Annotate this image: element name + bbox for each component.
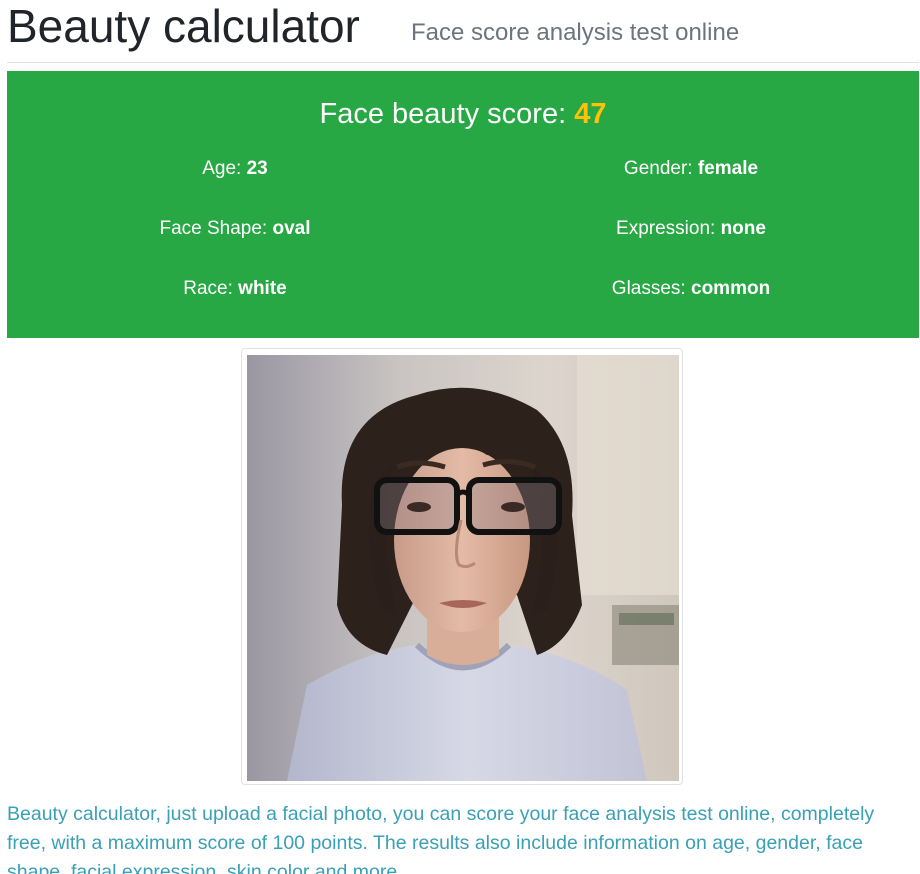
page-subtitle: Face score analysis test online — [411, 19, 740, 46]
attribute-gender-value: female — [697, 158, 759, 179]
page-description: Beauty calculator, just upload a facial … — [7, 803, 875, 874]
page-title: Beauty calculator — [7, 0, 360, 52]
score-result-panel: Face beauty score: 47 Age: 23 Gender: fe… — [7, 71, 919, 338]
page-header: Beauty calculator Face score analysis te… — [7, 0, 919, 63]
attribute-glasses: Glasses: common — [463, 277, 919, 301]
attribute-face-shape: Face Shape: oval — [7, 217, 463, 241]
score-heading: Face beauty score: 47 — [7, 97, 919, 131]
attribute-race: Race: white — [7, 277, 463, 301]
attribute-race-value: white — [238, 278, 287, 299]
attribute-age-value: 23 — [246, 158, 268, 179]
attribute-expression-value: none — [720, 218, 766, 239]
attribute-face-shape-label: Face Shape: — [159, 218, 268, 239]
page: Beauty calculator Face score analysis te… — [0, 0, 920, 874]
attribute-race-label: Race: — [183, 278, 233, 299]
attribute-glasses-label: Glasses: — [611, 278, 686, 299]
attribute-gender-label: Gender: — [623, 158, 693, 179]
score-label: Face beauty score: — [319, 98, 567, 130]
attribute-glasses-value: common — [691, 278, 771, 299]
attribute-age: Age: 23 — [7, 157, 463, 181]
face-photo — [247, 355, 679, 781]
score-value: 47 — [574, 98, 607, 130]
photo-thumbnail — [241, 348, 683, 785]
attribute-face-shape-value: oval — [272, 218, 311, 239]
attribute-age-label: Age: — [202, 158, 242, 179]
attribute-expression: Expression: none — [463, 217, 919, 241]
attribute-expression-label: Expression: — [616, 218, 716, 239]
face-photo-illustration — [247, 355, 679, 781]
attribute-gender: Gender: female — [463, 157, 919, 181]
